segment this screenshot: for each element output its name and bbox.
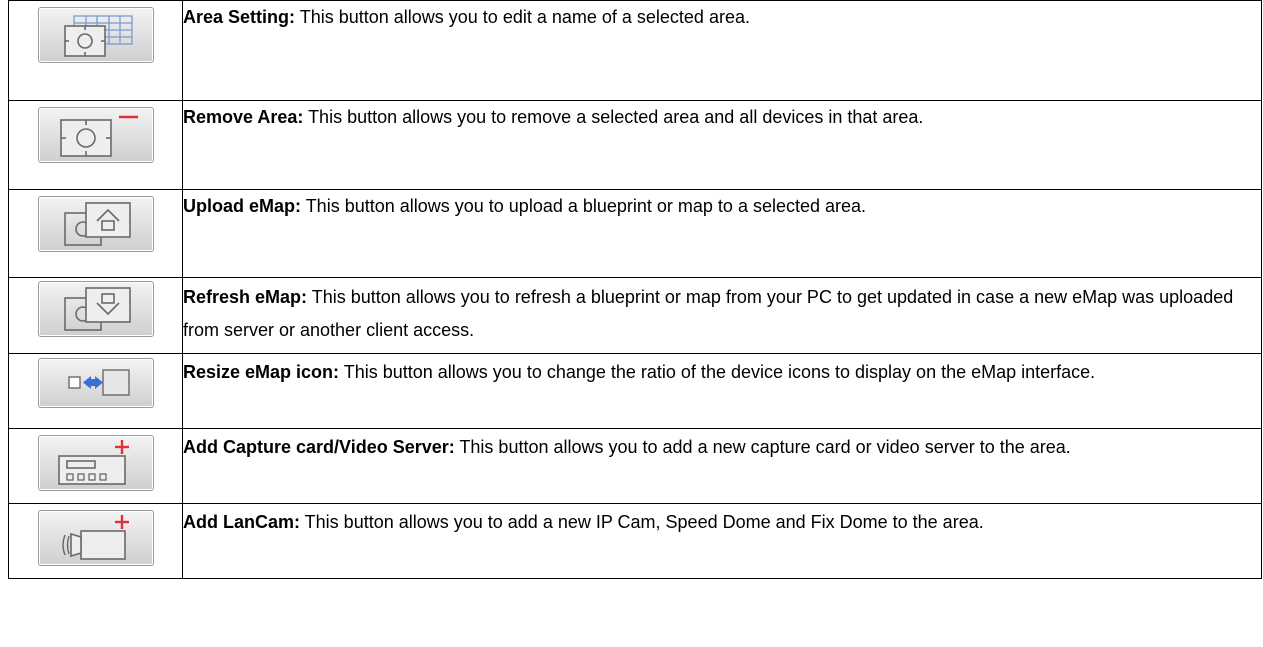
icon-cell — [8, 353, 183, 429]
add-lancam-icon[interactable] — [37, 510, 154, 566]
refresh-emap-icon[interactable] — [37, 281, 154, 337]
button-name: Remove Area: — [183, 107, 304, 127]
description-cell: Remove Area: This button allows you to r… — [182, 100, 1262, 190]
description-cell: Upload eMap: This button allows you to u… — [182, 189, 1262, 278]
icon-cell — [8, 100, 183, 190]
button-name: Upload eMap: — [183, 196, 302, 216]
description-cell: Add Capture card/Video Server: This butt… — [182, 428, 1262, 504]
button-description: This button allows you to upload a bluep… — [301, 196, 867, 216]
button-description: This button allows you to refresh a blue… — [183, 287, 1234, 340]
icon-cell — [8, 0, 183, 101]
description-cell: Add LanCam: This button allows you to ad… — [182, 503, 1262, 579]
description-cell: Refresh eMap: This button allows you to … — [182, 277, 1262, 354]
button-name: Add LanCam: — [183, 512, 300, 532]
button-name: Add Capture card/Video Server: — [183, 437, 455, 457]
icon-cell — [8, 503, 183, 579]
button-description: This button allows you to change the rat… — [339, 362, 1096, 382]
description-cell: Area Setting: This button allows you to … — [182, 0, 1262, 101]
table-row: Remove Area: This button allows you to r… — [8, 100, 1262, 190]
remove-area-icon[interactable] — [37, 107, 154, 163]
button-description: This button allows you to edit a name of… — [295, 7, 750, 27]
button-description-table: Area Setting: This button allows you to … — [8, 0, 1262, 579]
table-row: Resize eMap icon: This button allows you… — [8, 353, 1262, 429]
button-description: This button allows you to add a new capt… — [454, 437, 1071, 457]
button-name: Area Setting: — [183, 7, 296, 27]
table-row: Refresh eMap: This button allows you to … — [8, 277, 1262, 354]
button-description: This button allows you to remove a selec… — [303, 107, 924, 127]
icon-cell — [8, 428, 183, 504]
icon-cell — [8, 189, 183, 278]
upload-emap-icon[interactable] — [37, 196, 154, 252]
icon-cell — [8, 277, 183, 354]
table-row: Add LanCam: This button allows you to ad… — [8, 503, 1262, 579]
table-row: Area Setting: This button allows you to … — [8, 0, 1262, 101]
description-cell: Resize eMap icon: This button allows you… — [182, 353, 1262, 429]
button-name: Refresh eMap: — [183, 287, 308, 307]
add-capture-card-icon[interactable] — [37, 435, 154, 491]
table-row: Upload eMap: This button allows you to u… — [8, 189, 1262, 278]
button-description: This button allows you to add a new IP C… — [300, 512, 984, 532]
resize-emap-icon[interactable] — [37, 358, 154, 408]
button-name: Resize eMap icon: — [183, 362, 340, 382]
area-setting-icon[interactable] — [37, 7, 154, 63]
table-row: Add Capture card/Video Server: This butt… — [8, 428, 1262, 504]
